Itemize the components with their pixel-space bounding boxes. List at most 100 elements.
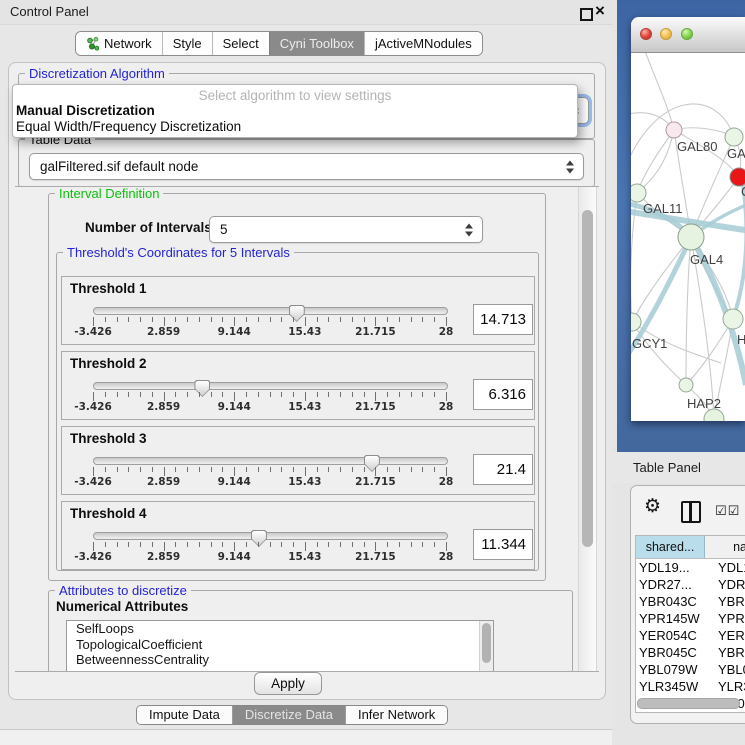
table-row[interactable]: YER054CYER0 bbox=[636, 627, 745, 644]
slider-track[interactable] bbox=[93, 457, 448, 465]
network-node-gal4[interactable] bbox=[678, 224, 704, 250]
table-row[interactable]: YBL079WYBL0 bbox=[636, 661, 745, 678]
tick-mark bbox=[105, 317, 106, 322]
tick-mark bbox=[258, 542, 259, 547]
column-layout-icon[interactable] bbox=[681, 501, 701, 523]
float-window-icon[interactable] bbox=[580, 8, 593, 21]
tab-style[interactable]: Style bbox=[162, 32, 212, 55]
tick-mark bbox=[246, 392, 247, 397]
table-row[interactable]: YLR345WYLR3 bbox=[636, 678, 745, 695]
minimize-traffic-light-icon[interactable] bbox=[660, 28, 672, 40]
slider-track[interactable] bbox=[93, 307, 448, 315]
tick-mark bbox=[340, 317, 341, 322]
apply-button[interactable]: Apply bbox=[254, 672, 322, 695]
tick-label: 15.43 bbox=[288, 401, 321, 413]
popup-option-equal-width-frequency-discretization[interactable]: Equal Width/Frequency Discretization bbox=[16, 119, 241, 134]
attribute-item-betweennesscentrality[interactable]: BetweennessCentrality bbox=[67, 652, 493, 668]
number-of-intervals-select[interactable]: 5 bbox=[209, 216, 483, 243]
tick-mark bbox=[234, 392, 235, 401]
cell-shared-name: YBR043C bbox=[636, 593, 718, 610]
cell-name: YER0 bbox=[718, 627, 745, 644]
attribute-item-topologicalcoefficient[interactable]: TopologicalCoefficient bbox=[67, 637, 493, 653]
network-window-titlebar[interactable] bbox=[631, 17, 745, 53]
list-scrollbar[interactable] bbox=[479, 621, 493, 672]
vertical-scrollbar[interactable] bbox=[578, 187, 597, 671]
threshold-value-field[interactable]: 11.344 bbox=[473, 529, 533, 560]
tick-mark bbox=[164, 542, 165, 551]
slider-handle[interactable] bbox=[289, 305, 305, 322]
network-node-ga[interactable] bbox=[725, 128, 743, 146]
numerical-attributes-label: Numerical Attributes bbox=[56, 599, 188, 614]
close-icon[interactable]: × bbox=[595, 1, 605, 21]
tick-mark bbox=[446, 467, 447, 476]
popup-option-manual-discretization[interactable]: Manual Discretization bbox=[16, 103, 155, 118]
table-data-select[interactable]: galFiltered.sif default node bbox=[29, 153, 584, 180]
tick-mark bbox=[93, 392, 94, 401]
network-canvas[interactable]: GAL80GACGAL11GAL4GCY1HHAP2 bbox=[631, 53, 745, 421]
tick-mark bbox=[117, 467, 118, 472]
network-view-window: GAL80GACGAL11GAL4GCY1HHAP2 bbox=[631, 17, 745, 421]
tick-mark bbox=[399, 317, 400, 322]
tick-mark bbox=[199, 467, 200, 472]
tick-label: 21.715 bbox=[355, 401, 396, 413]
settings-scroll-area: Interval Definition Number of Intervals … bbox=[15, 186, 599, 672]
scrollbar-thumb[interactable] bbox=[637, 698, 740, 709]
tick-mark bbox=[364, 467, 365, 472]
gear-icon[interactable]: ⚙ bbox=[644, 495, 661, 517]
scrollbar-thumb[interactable] bbox=[582, 210, 593, 547]
slider-track[interactable] bbox=[93, 382, 448, 390]
network-edge bbox=[645, 53, 674, 130]
tick-label: 9.144 bbox=[218, 551, 251, 563]
tick-mark bbox=[175, 317, 176, 322]
table-row[interactable]: YDL19...YDL1 bbox=[636, 559, 745, 576]
cell-shared-name: YPR145W bbox=[636, 610, 718, 627]
column-header-name[interactable]: na bbox=[705, 536, 745, 558]
tick-mark bbox=[211, 542, 212, 547]
network-node-gal11[interactable] bbox=[631, 184, 646, 202]
tick-label: 15.43 bbox=[288, 476, 321, 488]
tab-cyni-toolbox[interactable]: Cyni Toolbox bbox=[269, 32, 364, 55]
tick-mark bbox=[434, 392, 435, 397]
tick-mark bbox=[222, 542, 223, 547]
tab-jactivemnodules[interactable]: jActiveMNodules bbox=[364, 32, 482, 55]
numerical-attributes-list[interactable]: SelfLoopsTopologicalCoefficientBetweenne… bbox=[66, 620, 494, 672]
network-node-h[interactable] bbox=[723, 309, 743, 329]
table-row[interactable]: YBR045CYBR0 bbox=[636, 644, 745, 661]
network-node-hap2[interactable] bbox=[679, 378, 693, 392]
cell-name: YLR3 bbox=[718, 678, 745, 695]
threshold-value-field[interactable]: 21.4 bbox=[473, 454, 533, 485]
tab-impute-data[interactable]: Impute Data bbox=[137, 706, 232, 724]
slider-handle[interactable] bbox=[194, 380, 210, 397]
tick-mark bbox=[328, 392, 329, 397]
network-node-gal80[interactable] bbox=[666, 122, 682, 138]
tick-mark bbox=[317, 392, 318, 397]
tick-mark bbox=[411, 467, 412, 472]
tab-discretize-data[interactable]: Discretize Data bbox=[232, 706, 345, 724]
slider-track[interactable] bbox=[93, 532, 448, 540]
slider-handle[interactable] bbox=[251, 530, 267, 547]
tick-mark bbox=[199, 317, 200, 322]
tick-mark bbox=[270, 467, 271, 472]
slider-handle[interactable] bbox=[364, 455, 380, 472]
table-row[interactable]: YPR145WYPR1 bbox=[636, 610, 745, 627]
column-header-shared-name[interactable]: shared... bbox=[636, 536, 705, 558]
tab-label: jActiveMNodules bbox=[375, 36, 472, 51]
threshold-value-field[interactable]: 6.316 bbox=[473, 379, 533, 410]
tab-select[interactable]: Select bbox=[212, 32, 269, 55]
attribute-item-selfloops[interactable]: SelfLoops bbox=[67, 621, 493, 637]
select-columns-icon[interactable]: ☑☑ bbox=[715, 504, 740, 519]
tab-infer-network[interactable]: Infer Network bbox=[345, 706, 447, 724]
node-label: GAL80 bbox=[677, 139, 717, 154]
network-node-gcy1[interactable] bbox=[631, 313, 641, 331]
screenshot-root: Control Panel × NetworkStyleSelectCyni T… bbox=[0, 0, 745, 745]
node-label: H bbox=[737, 332, 745, 347]
table-row[interactable]: YDR27...YDR2 bbox=[636, 576, 745, 593]
table-row[interactable]: YBR043CYBR0 bbox=[636, 593, 745, 610]
horizontal-scrollbar[interactable] bbox=[636, 697, 742, 709]
threshold-value-field[interactable]: 14.713 bbox=[473, 304, 533, 335]
tick-mark bbox=[305, 467, 306, 476]
tab-label: Network bbox=[104, 36, 152, 51]
tab-network[interactable]: Network bbox=[76, 32, 162, 55]
zoom-traffic-light-icon[interactable] bbox=[681, 28, 693, 40]
close-traffic-light-icon[interactable] bbox=[640, 28, 652, 40]
